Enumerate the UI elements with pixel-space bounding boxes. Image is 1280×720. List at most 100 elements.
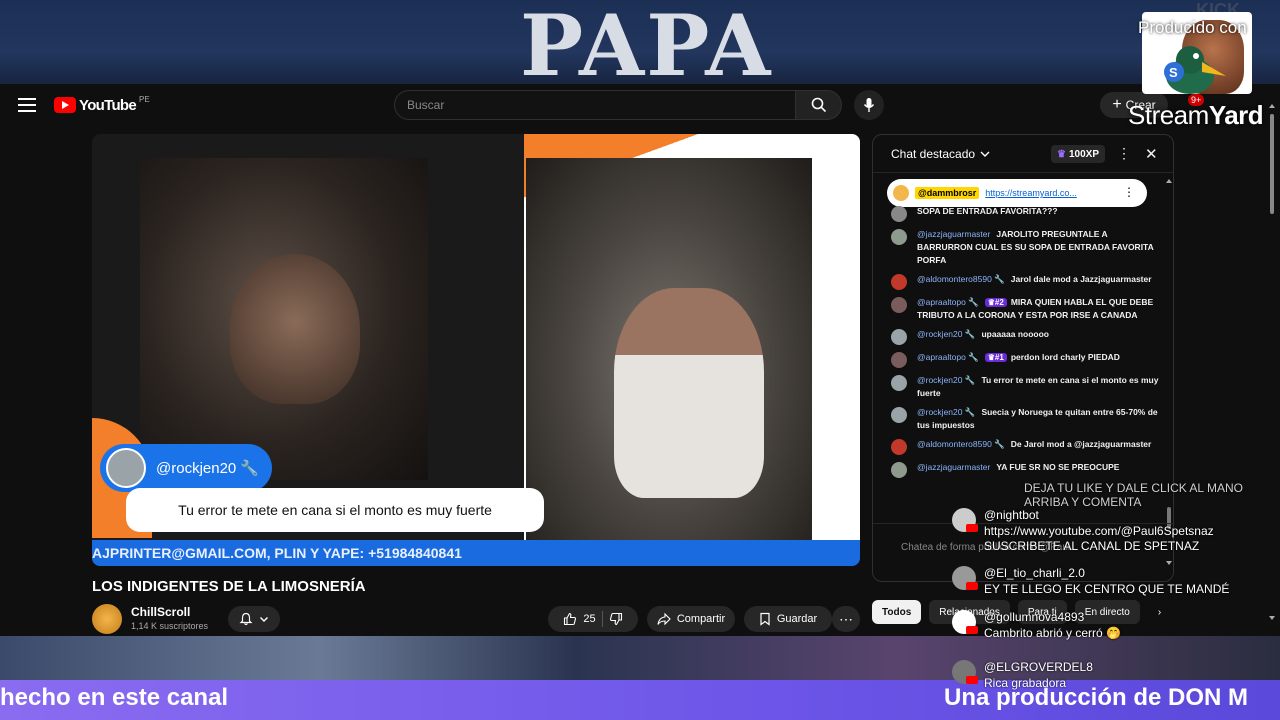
more-horizontal-icon: ⋯ [839,610,853,627]
chat-message-text: Jarol dale mod a Jazzjaguarmaster [1010,274,1152,284]
chat-message-author[interactable]: @jazzjaguarmaster [917,462,990,472]
dislike-icon[interactable] [609,612,623,626]
chat-message: @apraaltopo 🔧 ♛#1 perdon lord charly PIEDA… [891,351,1159,368]
search-button[interactable] [796,90,842,120]
share-button[interactable]: Compartir [647,606,735,632]
hamburger-menu-icon[interactable] [18,98,36,112]
avatar[interactable] [891,297,907,313]
chat-message-author[interactable]: @apraaltopo 🔧 [917,297,979,307]
avatar[interactable] [891,407,907,423]
chevron-down-icon[interactable] [979,148,991,160]
chat-header: Chat destacado ♛ 100XP ⋮ ✕ [873,135,1173,173]
screen: PAPA KICK YouTube PE + Crear 9+ [0,0,1280,720]
page-scrollbar[interactable] [1268,102,1276,622]
chat-message-author[interactable]: @aldomontero8590 🔧 [917,274,1005,284]
chat-message: @apraaltopo 🔧 ♛#2 MIRA QUIEN HABLA EL QUE … [891,296,1159,322]
chat-mode-selector[interactable]: Chat destacado [891,147,975,161]
overlay-comment-text: Rica grabadora [984,676,1067,690]
chat-message-author[interactable]: @aldomontero8590 🔧 [917,439,1005,449]
filter-chip[interactable]: En directo [1074,600,1140,624]
video-user-name: @rockjen20 🔧 [156,460,260,477]
xp-badge[interactable]: ♛ 100XP [1051,145,1105,163]
youtube-icon [966,626,978,634]
search-input[interactable] [394,90,796,120]
pinned-user: @dammbrosr [915,187,980,199]
more-actions-button[interactable]: ⋯ [832,606,860,632]
avatar[interactable] [891,352,907,368]
avatar[interactable] [891,329,907,345]
chat-message-author[interactable]: @rockjen20 🔧 [917,407,975,417]
avatar[interactable] [891,439,907,455]
chat-message-text: YA FUE SR NO SE PREOCUPE [996,462,1120,472]
chat-message-body: @apraaltopo 🔧 ♛#1 perdon lord charly PIEDA… [917,351,1120,368]
chat-message: @rockjen20 🔧 upaaaaa nooooo [891,328,1159,345]
chat-message-author[interactable]: @jazzjaguarmaster [917,229,990,239]
microphone-icon [863,98,875,112]
xp-label: 100XP [1068,148,1099,160]
crown-icon: ♛ [1057,148,1066,160]
chat-message: @rockjen20 🔧 Suecia y Noruega te quitan e… [891,406,1159,432]
save-label: Guardar [776,613,818,625]
chat-message-text: De Jarol mod a @jazzjaguarmaster [1010,439,1152,449]
chat-message-text: upaaaaa nooooo [981,329,1049,339]
produced-with-label: Producido con [1138,18,1247,37]
chat-message-body: @jazzjaguarmaster YA FUE SR NO SE PREOCUP… [917,461,1119,478]
channel-avatar[interactable] [92,604,122,634]
close-icon[interactable]: ✕ [1145,145,1158,163]
avatar[interactable] [891,229,907,245]
pinned-more-icon[interactable]: ⋮ [1123,185,1135,199]
streamyard-logo-part1: Stream [1128,100,1209,130]
chat-message: @aldomontero8590 🔧 Jarol dale mod a Jazzj… [891,273,1159,290]
chat-message-body: @rockjen20 🔧 upaaaaa nooooo [917,328,1049,345]
like-count: 25 [583,613,596,625]
chat-message-body: @aldomontero8590 🔧 De Jarol mod a @jazzja… [917,438,1151,455]
avatar[interactable] [891,462,907,478]
bookmark-icon [760,612,770,626]
share-icon [657,612,671,626]
chat-message: SOPA DE ENTRADA FAVORITA??? [891,205,1159,222]
chat-message-body: @apraaltopo 🔧 ♛#2 MIRA QUIEN HABLA EL QUE … [917,296,1159,322]
video-ticker: AJPRINTER@GMAIL.COM, PLIN Y YAPE: +51984… [92,540,860,566]
video-right-frame [526,158,812,540]
pinned-message[interactable]: @dammbrosr https://streamyard.co... ⋮ [887,179,1147,207]
chat-more-icon[interactable]: ⋮ [1117,145,1131,162]
overlay-hint: DEJA TU LIKE Y DALE CLICK AL MANO ARRIBA… [1024,481,1243,509]
avatar[interactable] [891,375,907,391]
youtube-icon [966,582,978,590]
save-button[interactable]: Guardar [744,606,832,632]
region-code: PE [139,94,150,104]
subscription-bell-button[interactable] [228,606,280,632]
chat-message-body: SOPA DE ENTRADA FAVORITA??? [917,205,1058,222]
duck-logo-icon: S [1164,46,1226,94]
subscriber-count: 1,14 K suscriptores [131,621,209,631]
streamyard-logo-part2: Yard [1208,100,1264,130]
chevron-right-icon[interactable]: › [1148,600,1171,624]
pinned-link[interactable]: https://streamyard.co... [985,188,1077,198]
overlay-comment-author: @nightbot [984,508,1039,522]
search-icon [811,97,826,113]
overlay-comment-author: @ELGROVERDEL8 [984,660,1093,674]
plus-icon: + [1112,96,1122,113]
rank-badge: ♛#2 [984,298,1007,307]
chat-message-body: @rockjen20 🔧 Suecia y Noruega te quitan e… [917,406,1159,432]
chat-message-list: SOPA DE ENTRADA FAVORITA??? @jazzjaguarma… [891,205,1159,484]
like-dislike-group: 25 [548,606,638,632]
overlay-comment-text: https://www.youtube.com/@Paul6Spetsnaz S… [984,524,1214,553]
video-title: LOS INDIGENTES DE LA LIMOSNERÍA [92,578,366,595]
video-player[interactable]: @rockjen20 🔧 Tu error te mete en cana si… [92,134,860,566]
like-icon[interactable] [563,612,577,626]
channel-name[interactable]: ChillScroll [131,605,190,619]
chat-message-author[interactable]: @apraaltopo 🔧 [917,352,979,362]
chat-message-body: @aldomontero8590 🔧 Jarol dale mod a Jazzj… [917,273,1152,290]
youtube-logo[interactable]: YouTube PE [54,94,150,116]
avatar[interactable] [891,274,907,290]
youtube-logo-text: YouTube [79,96,137,114]
avatar[interactable] [891,206,907,222]
streamyard-logo: StreamYard [1128,100,1264,131]
filter-chip[interactable]: Todos [872,600,922,624]
avatar [893,185,909,201]
voice-search-button[interactable] [854,90,884,120]
search-bar [394,90,842,120]
chat-message-author[interactable]: @rockjen20 🔧 [917,329,975,339]
chat-message-author[interactable]: @rockjen20 🔧 [917,375,975,385]
